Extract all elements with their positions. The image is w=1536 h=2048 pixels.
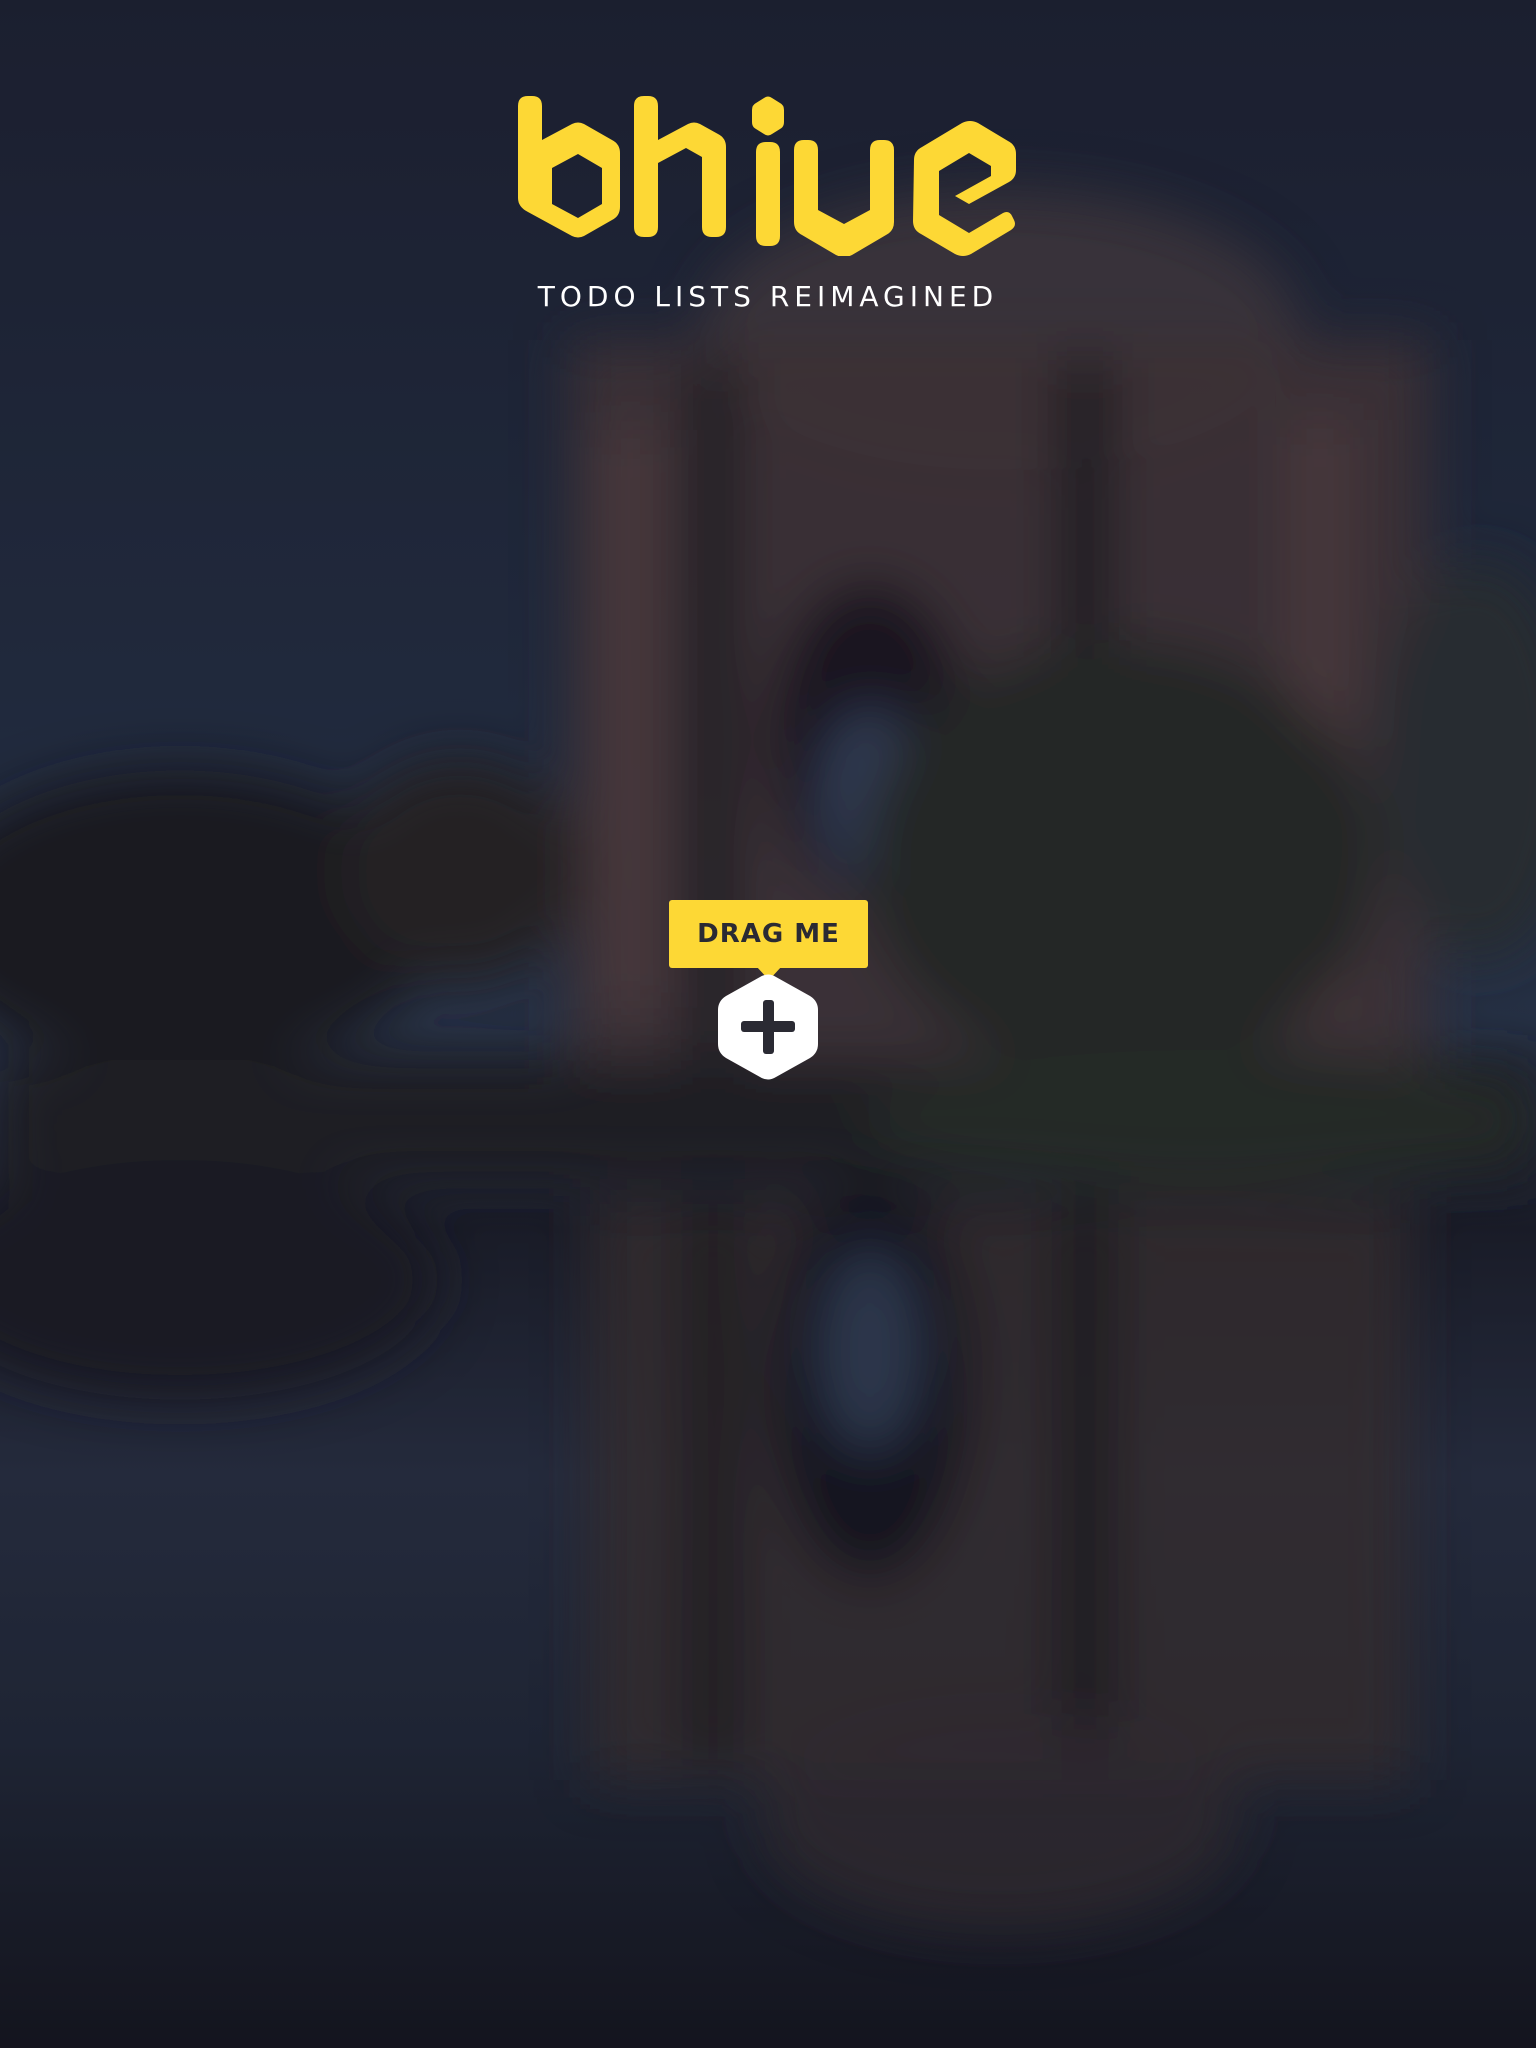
app-screen: TODO LISTS REIMAGINED DRAG ME	[0, 0, 1536, 2048]
tagline: TODO LISTS REIMAGINED	[537, 280, 999, 313]
drag-me-label: DRAG ME	[697, 919, 840, 949]
bhive-logo	[512, 96, 1024, 257]
add-task-drag-handle[interactable]	[718, 974, 818, 1080]
drag-me-tooltip: DRAG ME	[669, 900, 868, 968]
